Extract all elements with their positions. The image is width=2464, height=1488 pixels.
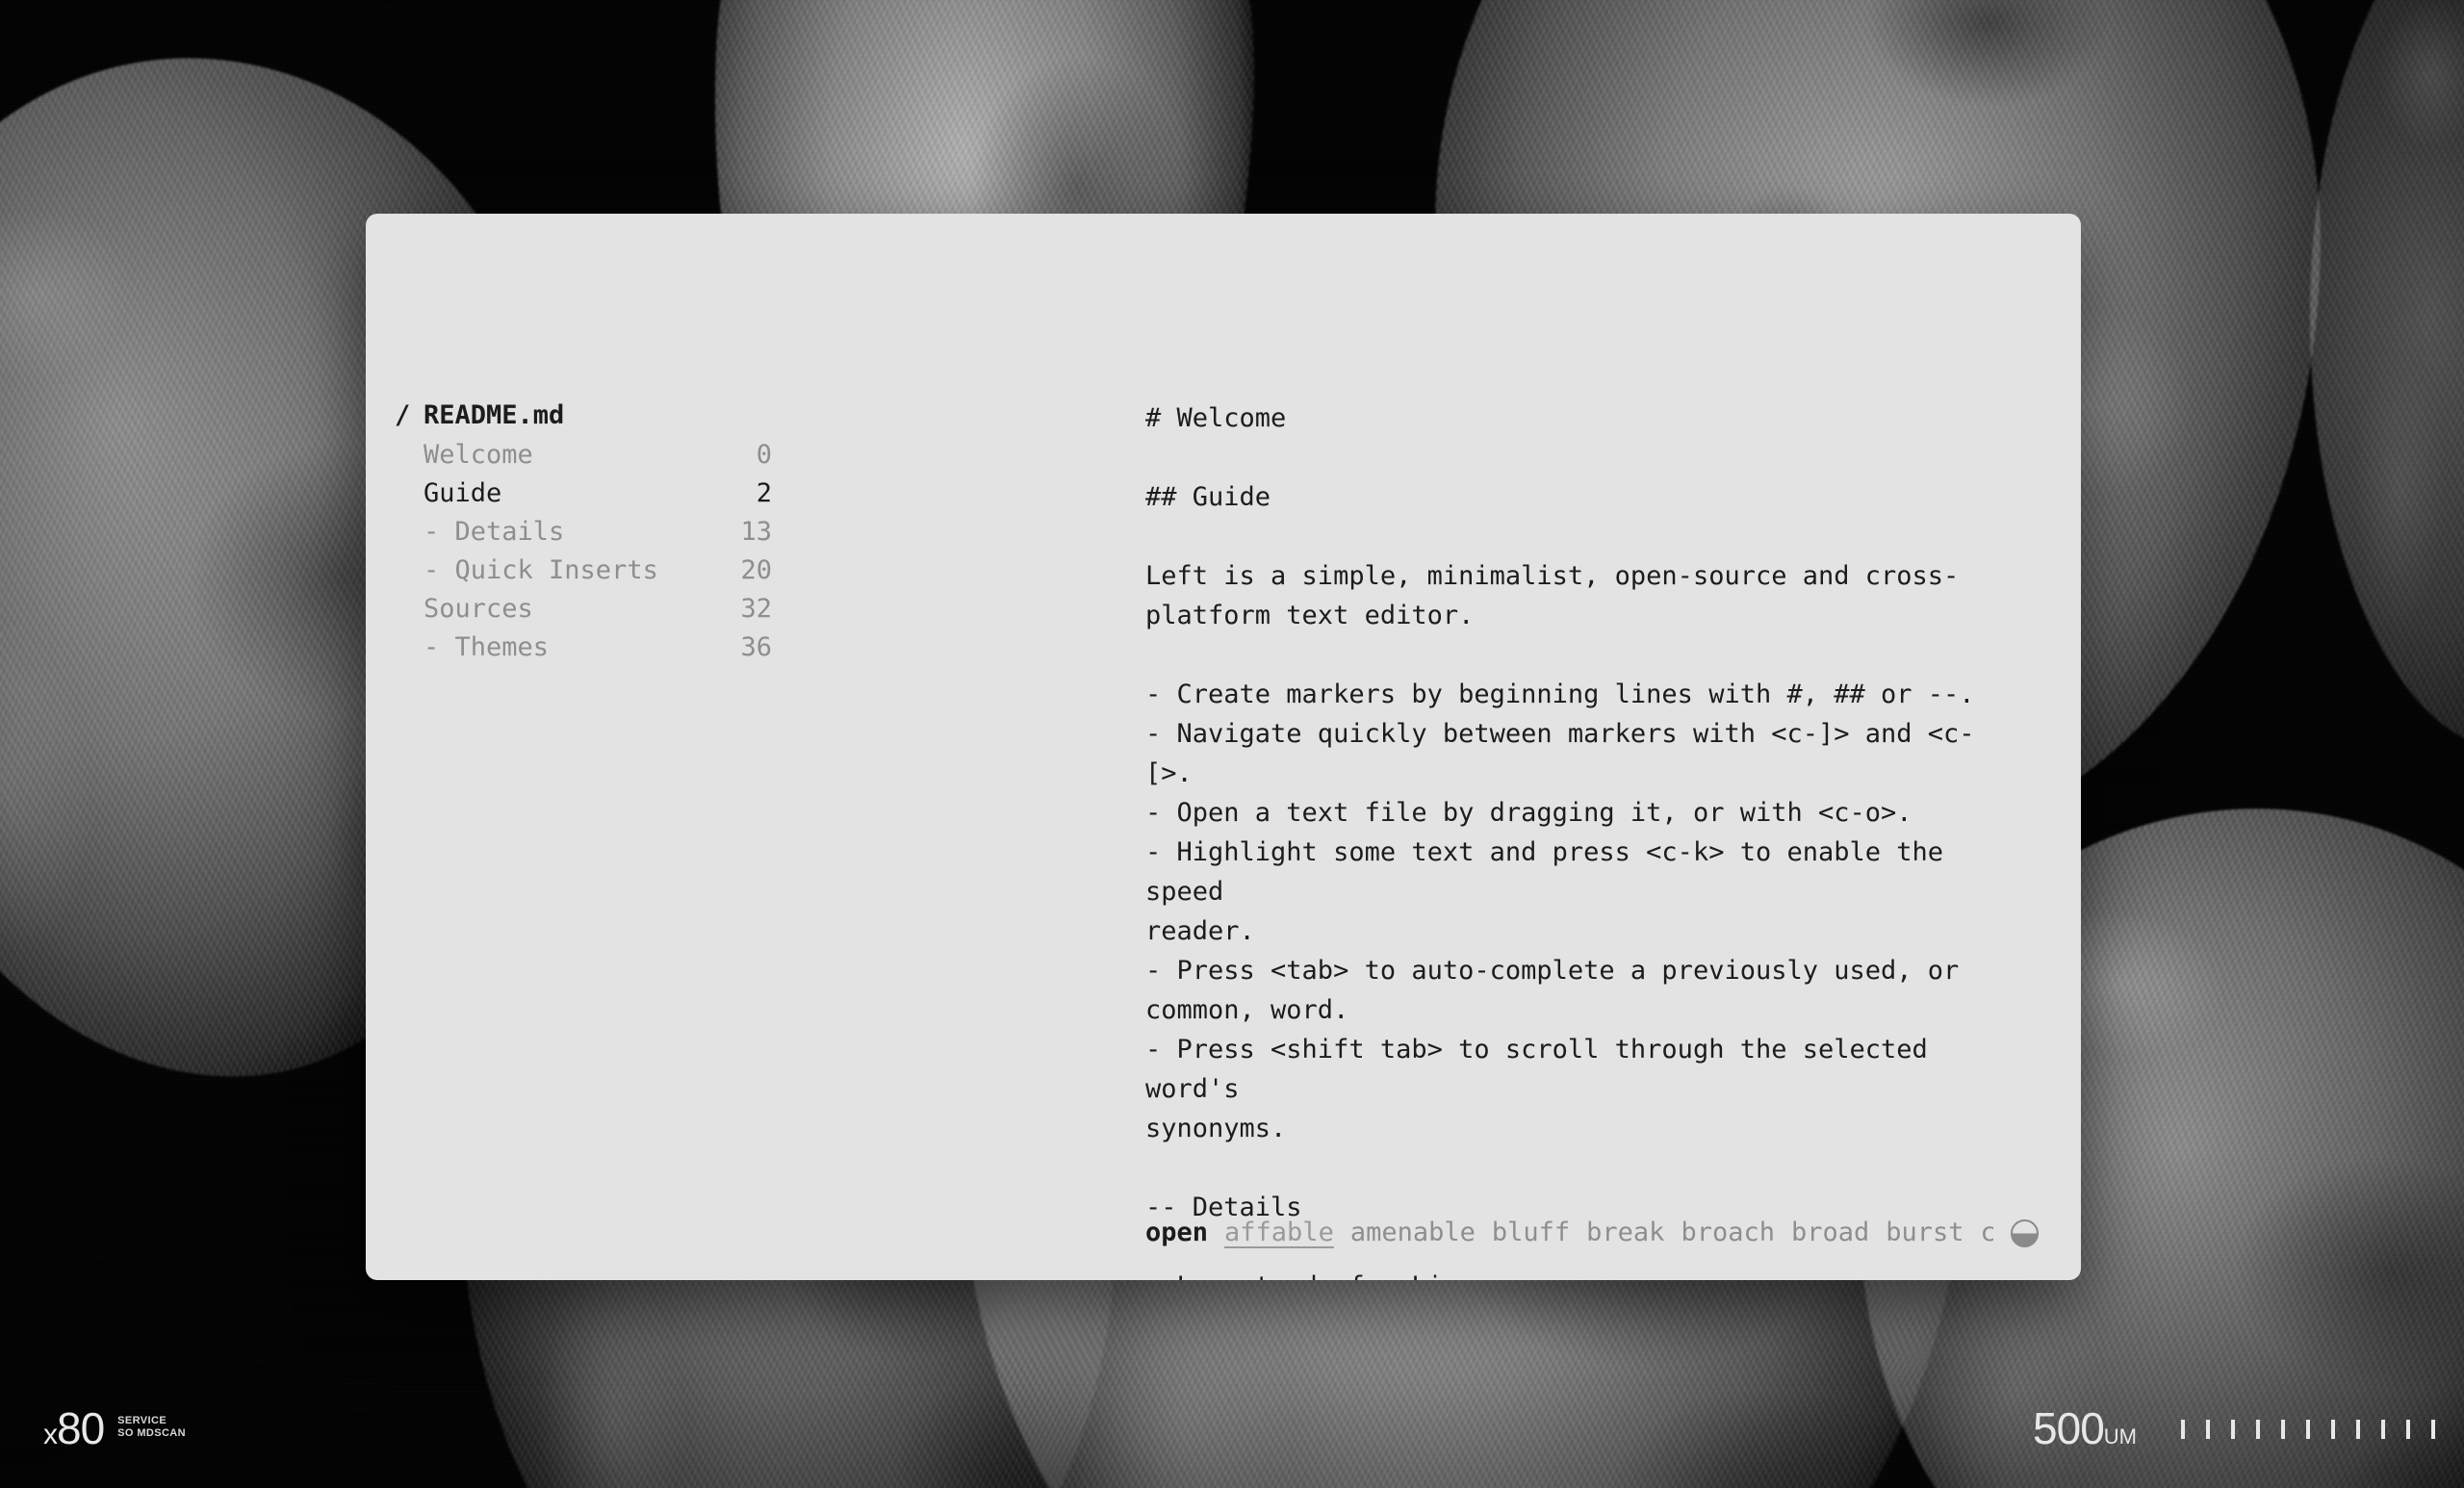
scanner-label-line1: SERVICE (117, 1414, 167, 1426)
scale-bar-hud: 500UM (2033, 1406, 2435, 1450)
autocomplete-word-list: open affable amenable bluff break broach broad… (1145, 1217, 1993, 1249)
outline-item-label: Welcome (424, 440, 533, 470)
specimen-blob (2310, 0, 2464, 751)
outline-item-line-number: 32 (740, 594, 772, 624)
outline-item-line-number: 20 (740, 555, 772, 585)
scale-tick (2381, 1420, 2385, 1439)
magnification-hud: x80 SERVICE SO MDSCAN (43, 1406, 186, 1450)
scale-tick (2281, 1420, 2285, 1439)
outline-item-line-number: 2 (756, 478, 772, 508)
document-line: - Create markers by beginning lines with… (1145, 680, 1975, 709)
scale-tick (2356, 1420, 2360, 1439)
scale-tick (2231, 1420, 2235, 1439)
scale-number: 500 (2033, 1402, 2105, 1453)
document-blank-line (1145, 635, 1992, 675)
autocomplete-suggestion[interactable]: broach (1681, 1217, 1775, 1249)
document-line: - Open a text file by dragging it, or wi… (1145, 798, 1912, 828)
autocomplete-suggestion[interactable]: bluff (1492, 1217, 1570, 1249)
outline-item[interactable]: - Quick Inserts 20 (395, 552, 772, 590)
scale-tick (2406, 1420, 2410, 1439)
outline-row-list: Welcome 0 Guide 2 - Details 13 - Quick Inserts… (395, 436, 772, 667)
document-line: - L : stands for Lines. (1145, 1267, 1992, 1280)
screen: x80 SERVICE SO MDSCAN 500UM / README.md … (0, 0, 2464, 1488)
half-filled-circle-icon[interactable] (2011, 1219, 2039, 1247)
outline-item[interactable]: Welcome 0 (395, 436, 772, 475)
scale-tick (2306, 1420, 2310, 1439)
document-line: ## Guide (1145, 482, 1271, 512)
outline-item[interactable]: Guide 2 (395, 475, 772, 513)
autocomplete-suggestion[interactable]: broad (1791, 1217, 1869, 1249)
open-file-row[interactable]: / README.md (395, 397, 772, 435)
document-blank-line (1145, 517, 1992, 556)
document-line: - Navigate quickly between markers with … (1145, 719, 1975, 788)
text-editor-window: / README.md Welcome 0 Guide 2 - Details 13 - Q… (366, 214, 2081, 1280)
outline-item-line-number: 0 (756, 440, 772, 470)
open-file-name: README.md (424, 400, 565, 430)
scale-tick (2331, 1420, 2335, 1439)
outline-item[interactable]: Sources 32 (395, 590, 772, 629)
outline-item-label: Sources (424, 594, 533, 624)
document-line: Left is a simple, minimalist, open-sourc… (1145, 561, 1960, 630)
scale-tick (2431, 1420, 2435, 1439)
outline-item[interactable]: - Details 13 (395, 513, 772, 552)
outline-item-line-number: 36 (740, 632, 772, 662)
scale-tick (2181, 1420, 2185, 1439)
scale-value: 500UM (2033, 1406, 2137, 1450)
outline-item-label: - Quick Inserts (424, 555, 658, 585)
document-line: - Highlight some text and press <c-k> to… (1145, 837, 1944, 946)
outline-item[interactable]: - Themes 36 (395, 629, 772, 667)
outline-item-label: - Themes (424, 632, 550, 662)
outline-item-line-number: 13 (740, 517, 772, 547)
autocomplete-current-word: open (1145, 1218, 1209, 1247)
scanner-label: SERVICE SO MDSCAN (117, 1415, 186, 1449)
document-line: - Press <shift tab> to scroll through th… (1145, 1035, 1928, 1143)
magnification-prefix: x (43, 1418, 58, 1450)
outline-item-label: Guide (424, 478, 502, 508)
autocomplete-bar: open affable amenable bluff break broach broad… (1145, 1217, 2039, 1249)
document-outline-sidebar: / README.md Welcome 0 Guide 2 - Details 13 - Q… (395, 397, 772, 667)
autocomplete-suggestion[interactable]: break (1586, 1217, 1664, 1249)
document-line: - Press <tab> to auto-complete a previou… (1145, 956, 1960, 1025)
autocomplete-suggestion[interactable]: burst (1886, 1217, 1964, 1249)
editor-body: / README.md Welcome 0 Guide 2 - Details 13 - Q… (366, 214, 2081, 1280)
scale-tick (2206, 1420, 2210, 1439)
magnification-value: x80 (43, 1406, 105, 1450)
autocomplete-suggestion[interactable]: amenable (1350, 1217, 1476, 1249)
scanner-label-line2: SO MDSCAN (117, 1427, 186, 1440)
document-blank-line (1145, 438, 1992, 477)
outline-item-label: - Details (424, 517, 565, 547)
scale-bar-ticks (2181, 1420, 2435, 1448)
autocomplete-selected-suggestion[interactable]: affable (1224, 1217, 1334, 1249)
path-separator-icon: / (395, 400, 411, 430)
document-blank-line (1145, 1148, 1992, 1188)
autocomplete-suggestion[interactable]: candid (1981, 1217, 1993, 1249)
document-line: # Welcome (1145, 403, 1287, 433)
scale-unit: UM (2103, 1424, 2137, 1449)
scale-tick (2256, 1420, 2260, 1439)
document-text-area[interactable]: # Welcome ## Guide Left is a simple, minim… (1145, 398, 1992, 1280)
magnification-number: 80 (57, 1402, 105, 1453)
